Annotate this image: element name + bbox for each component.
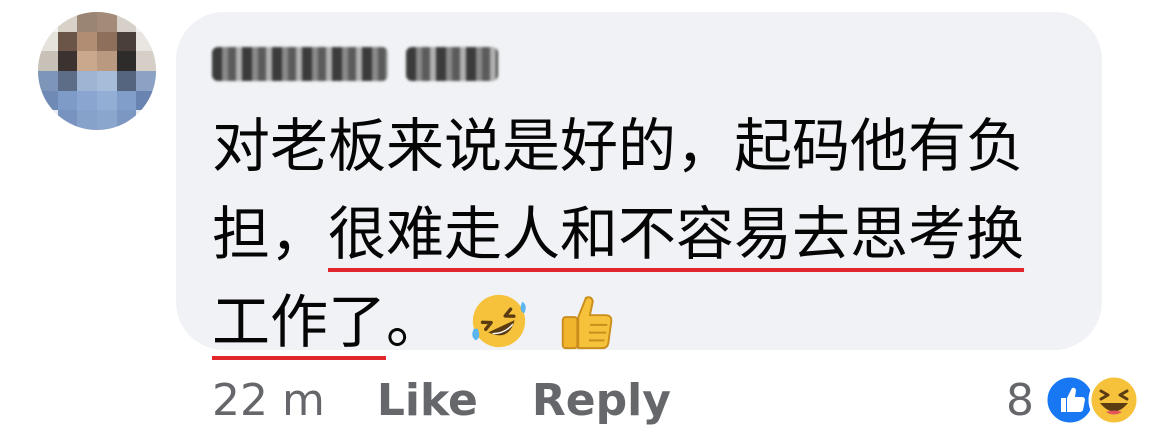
haha-reaction-icon [1088,374,1140,426]
comment-line: 工作了。 [212,278,1082,366]
rolling-on-floor-laughing-icon [472,294,527,348]
comment-line: 担，很难走人和不容易去思考换 [212,200,1025,268]
comment-line: 对老板来说是好的，起码他有负 [212,112,1025,180]
reaction-count[interactable]: 8 [1006,375,1034,426]
comment-timestamp[interactable]: 22 m [212,375,325,426]
author-name-blurred[interactable] [212,45,498,83]
comment-text: 对老板来说是好的，起码他有负 担，很难走人和不容易去思考换 工作了。 [212,102,1082,366]
underlined-text: 很难走人和不容易去思考换 [328,200,1025,268]
like-button[interactable]: Like [377,375,478,426]
blurred-first-name [212,47,388,81]
reaction-summary[interactable]: 8 [1006,368,1140,432]
reply-button[interactable]: Reply [532,375,671,426]
blurred-last-name [406,47,498,81]
avatar[interactable] [38,12,156,130]
underlined-text: 工作了 [212,288,387,356]
thumbs-up-icon [561,296,613,350]
comment-actions: 22 m Like Reply [212,368,725,432]
